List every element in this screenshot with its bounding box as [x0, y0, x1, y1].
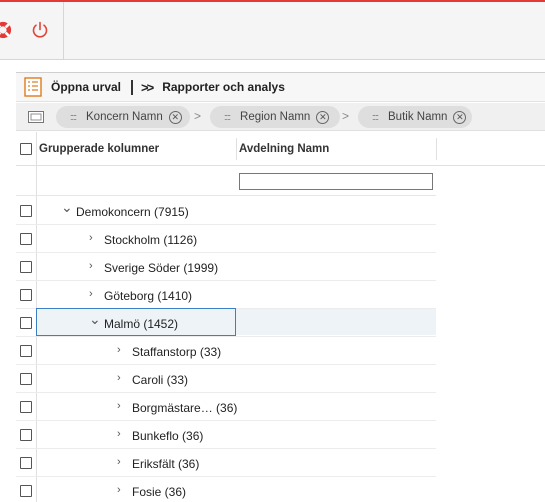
chevron-down-icon[interactable]: ⌄	[89, 311, 101, 328]
tree-row-label: Sverige Söder (1999)	[104, 261, 219, 275]
tree-row[interactable]: › Stockholm (1126)	[16, 225, 436, 253]
tree-row-label: Stockholm (1126)	[104, 233, 198, 247]
tree-row-label: Eriksfält (36)	[132, 457, 200, 471]
drag-handle-icon[interactable]: ::::	[224, 112, 231, 122]
group-chip-region[interactable]: :::: Region Namn ✕	[210, 106, 340, 128]
filter-row	[16, 166, 436, 196]
group-chip-butik[interactable]: :::: Butik Namn ✕	[358, 106, 472, 128]
tree-row-label: Staffanstorp (33)	[132, 345, 222, 359]
column-header-avdelning[interactable]: Avdelning Namn	[239, 143, 329, 155]
chevron-right-icon[interactable]: ›	[117, 484, 121, 496]
group-separator: >	[342, 109, 350, 123]
column-header-grouped[interactable]: Grupperade kolumner	[39, 143, 159, 155]
tree-row[interactable]: › Bunkeflo (36)	[16, 421, 436, 449]
chevron-right-icon[interactable]: ›	[117, 428, 121, 440]
tree-row-label: Borgmästare… (36)	[132, 401, 238, 415]
select-all-checkbox[interactable]	[20, 143, 32, 155]
tree-grid: Grupperade kolumner Avdelning Namn ⌄ Demo…	[16, 132, 545, 502]
selected-row-fill	[236, 309, 436, 335]
tree-row-label: Caroli (33)	[132, 373, 189, 387]
chevron-right-icon[interactable]: ›	[117, 456, 121, 468]
double-chevron-icon: >>	[141, 79, 154, 95]
lifebuoy-icon[interactable]	[0, 21, 12, 39]
tree-row-label: Bunkeflo (36)	[132, 429, 204, 443]
column-divider	[436, 138, 437, 160]
chevron-right-icon[interactable]: ›	[89, 288, 93, 300]
power-icon[interactable]	[30, 20, 50, 40]
tree-row[interactable]: › Caroli (33)	[16, 365, 436, 393]
remove-chip-icon[interactable]: ✕	[453, 110, 467, 124]
group-chip-koncern[interactable]: :::: Koncern Namn ✕	[56, 106, 190, 128]
tree-row[interactable]: ⌄ Malmö (1452)	[16, 308, 436, 337]
chevron-right-icon[interactable]: ›	[89, 260, 93, 272]
tree-row[interactable]: › Fosie (36)	[16, 477, 436, 502]
chevron-down-icon[interactable]: ⌄	[61, 199, 73, 216]
tree-row[interactable]: › Borgmästare… (36)	[16, 393, 436, 421]
tree-row[interactable]: ⌄ Demokoncern (7915)	[16, 197, 436, 225]
drag-handle-icon[interactable]: ::::	[372, 112, 379, 122]
topbar-divider	[63, 2, 64, 60]
chevron-right-icon[interactable]: ›	[89, 232, 93, 244]
tree-row[interactable]: › Sverige Söder (1999)	[16, 253, 436, 281]
group-panel-icon	[28, 111, 44, 123]
chevron-right-icon[interactable]: ›	[117, 372, 121, 384]
grid-header: Grupperade kolumner Avdelning Namn	[16, 132, 545, 166]
open-selection-button[interactable]: Öppna urval	[51, 80, 121, 94]
chevron-right-icon[interactable]: ›	[117, 344, 121, 356]
top-bar	[0, 0, 545, 60]
tree-row[interactable]: › Eriksfält (36)	[16, 449, 436, 477]
chevron-right-icon[interactable]: ›	[117, 400, 121, 412]
tree-row[interactable]: › Göteborg (1410)	[16, 281, 436, 309]
avdelning-filter-input[interactable]	[239, 173, 433, 190]
column-divider	[236, 138, 237, 160]
chip-label: Koncern Namn	[86, 111, 163, 123]
breadcrumb-toolbar: Öppna urval >> Rapporter och analys	[16, 72, 545, 102]
tree-row-label: Göteborg (1410)	[104, 289, 193, 303]
remove-chip-icon[interactable]: ✕	[168, 110, 182, 124]
tree-row-label: Fosie (36)	[132, 485, 187, 499]
breadcrumb-divider	[131, 79, 134, 95]
drag-handle-icon[interactable]: ::::	[70, 112, 77, 122]
tree-row-label: Demokoncern (7915)	[76, 205, 189, 219]
group-separator: >	[194, 109, 202, 123]
tree-row-label: Malmö (1452)	[104, 317, 179, 331]
tree-row[interactable]: › Staffanstorp (33)	[16, 337, 436, 365]
chip-label: Region Namn	[240, 111, 311, 123]
remove-chip-icon[interactable]: ✕	[316, 110, 330, 124]
breadcrumb-reports[interactable]: Rapporter och analys	[162, 80, 285, 94]
group-panel: :::: Koncern Namn ✕ > :::: Region Namn ✕…	[16, 103, 545, 131]
chip-label: Butik Namn	[388, 111, 448, 123]
list-icon[interactable]	[24, 77, 42, 97]
